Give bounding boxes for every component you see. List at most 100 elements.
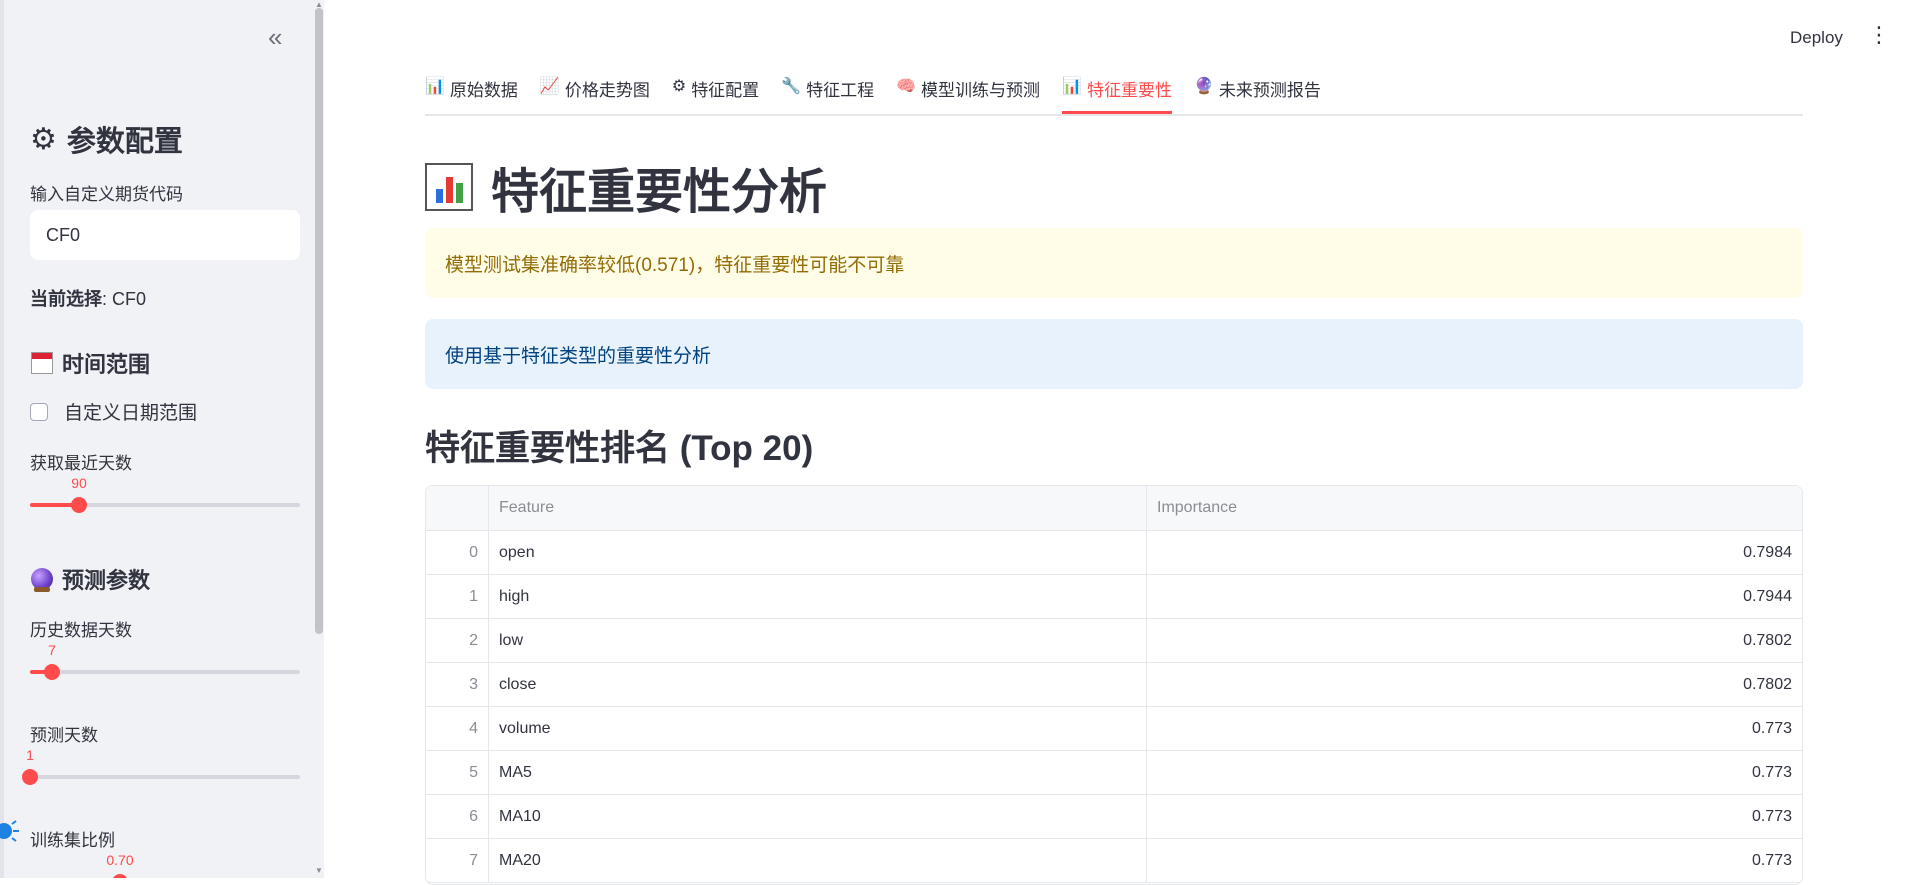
importance-cell[interactable]: 0.773 (1147, 751, 1802, 794)
tab-label: 价格走势图 (564, 81, 650, 100)
running-status-icon (0, 818, 20, 844)
importance-cell[interactable]: 0.7944 (1147, 575, 1802, 618)
importance-cell[interactable]: 0.7802 (1147, 663, 1802, 706)
feature-cell[interactable]: volume (489, 707, 1147, 750)
feature-cell[interactable]: MA5 (489, 751, 1147, 794)
feature-cell[interactable]: MA10 (489, 795, 1147, 838)
feature-cell[interactable]: low (489, 619, 1147, 662)
tab-price-trend[interactable]: 📈 价格走势图 (540, 72, 650, 110)
row-index: 6 (426, 795, 489, 838)
wrench-icon: 🔧 (781, 78, 802, 95)
predict-days-slider[interactable]: 1 (22, 747, 300, 789)
table-row[interactable]: 3 close 0.7802 (426, 663, 1802, 707)
slider-value: 7 (48, 642, 56, 658)
tab-bar: 📊 原始数据 📈 价格走势图 ⚙ 特征配置 🔧 特征工程 🧠 模型训练与预测 📊 特征重要性… (425, 72, 1803, 116)
tab-feature-engineering[interactable]: 🔧 特征工程 (781, 72, 874, 110)
importance-cell[interactable]: 0.773 (1147, 707, 1802, 750)
sidebar-edge (0, 0, 4, 878)
slider-track (30, 670, 300, 674)
row-index: 5 (426, 751, 489, 794)
tab-label: 特征配置 (691, 81, 760, 100)
slider-track (30, 775, 300, 779)
crystal-ball-icon (30, 567, 54, 592)
feature-cell[interactable]: MA20 (489, 839, 1147, 882)
column-header-index[interactable] (426, 486, 489, 530)
sidebar-title: ⚙ 参数配置 (30, 118, 183, 160)
current-selection: 当前选择: CF0 (30, 285, 146, 311)
table-row[interactable]: 2 low 0.7802 (426, 619, 1802, 663)
slider-value: 90 (71, 475, 87, 491)
line-chart-icon: 📈 (539, 78, 560, 95)
table-row[interactable]: 1 high 0.7944 (426, 575, 1802, 619)
crystal-ball-icon: 🔮 (1193, 78, 1214, 95)
current-selection-label: 当前选择 (30, 289, 102, 309)
warning-alert-text: 模型测试集准确率较低(0.571)，特征重要性可能不可靠 (445, 254, 905, 276)
table-row[interactable]: 4 volume 0.773 (426, 707, 1802, 751)
collapse-sidebar-icon[interactable]: « (268, 24, 282, 50)
info-alert: 使用基于特征类型的重要性分析 (425, 319, 1803, 389)
slider-value: 0.70 (106, 852, 134, 868)
tab-future-report[interactable]: 🔮 未来预测报告 (1194, 72, 1321, 110)
forecast-params-heading-text: 预测参数 (62, 568, 151, 593)
tab-raw-data[interactable]: 📊 原始数据 (425, 72, 518, 110)
bar-chart-icon: 📊 (1062, 78, 1082, 95)
slider-thumb[interactable] (44, 664, 60, 680)
tab-model-training[interactable]: 🧠 模型训练与预测 (896, 72, 1040, 110)
importance-cell[interactable]: 0.773 (1147, 839, 1802, 882)
feature-cell[interactable]: close (489, 663, 1147, 706)
scroll-down-arrow-icon[interactable]: ▼ (314, 866, 324, 875)
custom-date-checkbox-row[interactable]: 自定义日期范围 (30, 398, 197, 425)
info-alert-text: 使用基于特征类型的重要性分析 (445, 345, 712, 367)
table-row[interactable]: 6 MA10 0.773 (426, 795, 1802, 839)
deploy-button[interactable]: Deploy (1790, 28, 1843, 48)
train-ratio-label: 训练集比例 (30, 831, 115, 850)
tab-feature-importance[interactable]: 📊 特征重要性 (1062, 72, 1172, 114)
predict-days-label: 预测天数 (30, 726, 98, 745)
history-days-slider[interactable]: 7 (30, 642, 300, 684)
slider-value: 1 (26, 747, 34, 763)
column-header-feature[interactable]: Feature (489, 486, 1147, 530)
main-menu-icon[interactable]: ⋮ (1868, 24, 1890, 46)
calendar-icon (30, 351, 54, 375)
table-header-row: Feature Importance (426, 486, 1802, 531)
bar-chart-icon: 📊 (425, 78, 445, 95)
row-index: 2 (426, 619, 489, 662)
tab-label: 特征重要性 (1086, 81, 1172, 100)
tab-feature-config[interactable]: ⚙ 特征配置 (672, 72, 759, 110)
sidebar-scroll-thumb[interactable] (315, 8, 323, 634)
time-range-heading-text: 时间范围 (62, 352, 151, 377)
row-index: 7 (426, 839, 489, 882)
tab-label: 未来预测报告 (1218, 81, 1321, 100)
importance-cell[interactable]: 0.773 (1147, 795, 1802, 838)
table-row[interactable]: 5 MA5 0.773 (426, 751, 1802, 795)
feature-importance-table[interactable]: Feature Importance 0 open 0.7984 1 high … (425, 485, 1803, 885)
feature-cell[interactable]: high (489, 575, 1147, 618)
tab-label: 原始数据 (449, 81, 518, 100)
futures-code-input[interactable]: CF0 (30, 210, 300, 260)
importance-cell[interactable]: 0.7802 (1147, 619, 1802, 662)
column-header-importance[interactable]: Importance (1147, 486, 1802, 530)
table-row[interactable]: 7 MA20 0.773 (426, 839, 1802, 883)
train-ratio-slider[interactable]: 0.70 (30, 852, 300, 878)
bar-chart-icon (425, 163, 473, 211)
slider-thumb[interactable] (112, 874, 128, 878)
custom-date-checkbox[interactable] (30, 402, 48, 421)
recent-days-label: 获取最近天数 (30, 454, 132, 473)
row-index: 1 (426, 575, 489, 618)
recent-days-slider[interactable]: 90 (30, 475, 300, 517)
slider-thumb[interactable] (71, 497, 87, 513)
brain-icon: 🧠 (896, 78, 917, 95)
current-selection-value: : CF0 (102, 289, 147, 309)
section-title: 特征重要性排名 (Top 20) (425, 429, 814, 468)
tab-label: 特征工程 (806, 81, 875, 100)
gear-icon: ⚙ (671, 78, 687, 95)
importance-cell[interactable]: 0.7984 (1147, 531, 1802, 574)
feature-cell[interactable]: open (489, 531, 1147, 574)
row-index: 4 (426, 707, 489, 750)
page-title: 特征重要性分析 (425, 152, 827, 222)
table-row[interactable]: 0 open 0.7984 (426, 531, 1802, 575)
sidebar: « ⚙ 参数配置 输入自定义期货代码 CF0 当前选择: CF0 时间范围 自定… (0, 0, 324, 878)
custom-date-label: 自定义日期范围 (64, 403, 198, 424)
slider-thumb[interactable] (22, 769, 38, 785)
warning-alert: 模型测试集准确率较低(0.571)，特征重要性可能不可靠 (425, 228, 1803, 298)
